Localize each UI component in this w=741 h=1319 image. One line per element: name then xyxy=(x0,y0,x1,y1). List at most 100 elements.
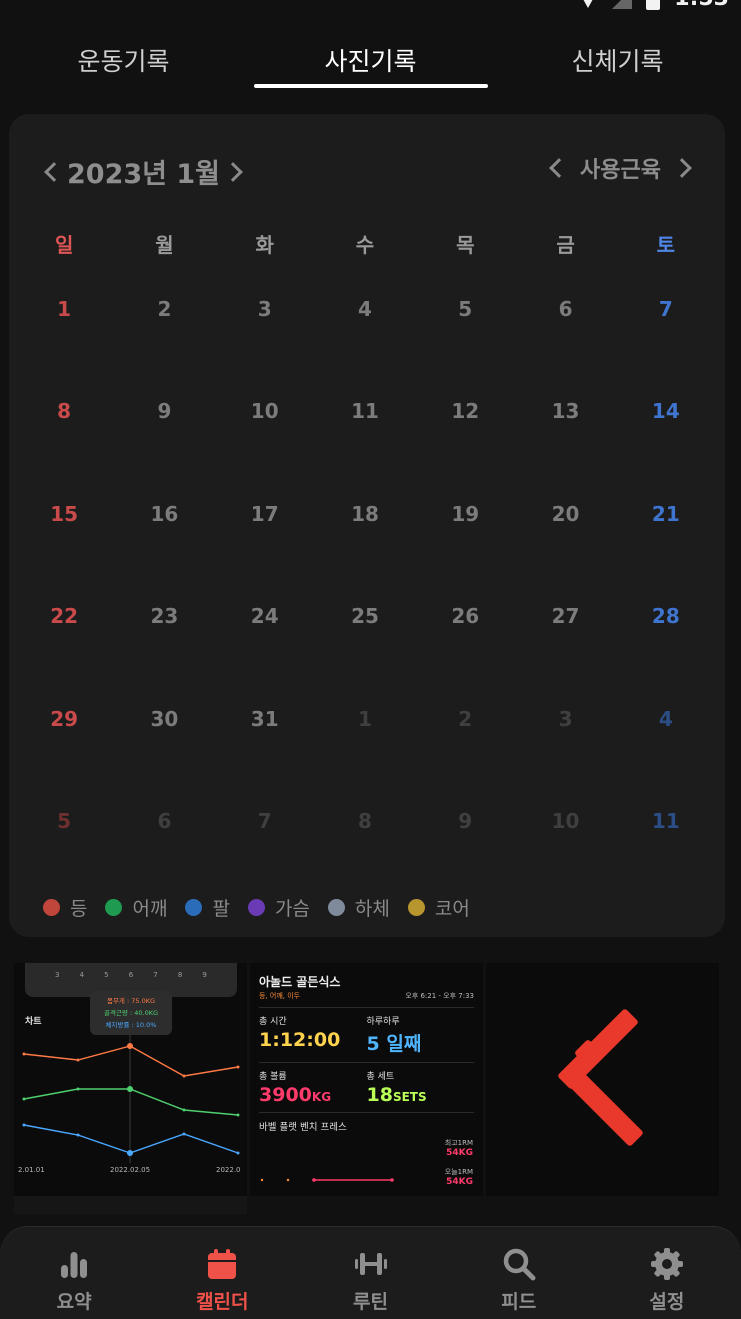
calendar-day[interactable]: 29 xyxy=(14,697,114,799)
today-1rm-unit: KG xyxy=(458,1177,473,1187)
calendar-day[interactable]: 3 xyxy=(215,287,315,389)
calendar-day[interactable]: 21 xyxy=(616,492,716,594)
calendar-day-other-month[interactable]: 5 xyxy=(14,799,114,901)
calendar-day-other-month[interactable]: 9 xyxy=(415,799,515,901)
tooltip-line: 몸무게 : 75.0KG xyxy=(106,997,156,1005)
week-row: 1 2 3 4 5 6 7 xyxy=(14,287,716,389)
divider xyxy=(259,1007,474,1008)
week-row: 8 9 10 11 12 13 14 xyxy=(14,389,716,491)
photo-thumbnail-workout[interactable]: 아놀드 골든식스 등, 어깨, 이두 오후 6:21 - 오후 7:33 총 시… xyxy=(250,963,483,1196)
calendar-day[interactable]: 24 xyxy=(215,594,315,696)
calendar-day[interactable]: 31 xyxy=(215,697,315,799)
calendar-day[interactable]: 17 xyxy=(215,492,315,594)
next-muscle-chevron-icon[interactable] xyxy=(672,158,692,178)
calendar-day[interactable]: 12 xyxy=(415,389,515,491)
weekday-tue: 화 xyxy=(255,233,274,257)
nav-label: 루틴 xyxy=(353,1291,388,1313)
calendar-day[interactable]: 19 xyxy=(415,492,515,594)
tab-label: 신체기록 xyxy=(571,47,664,76)
stat-label: 총 볼륨 xyxy=(259,1072,287,1082)
calendar-day[interactable]: 6 xyxy=(515,287,615,389)
calendar-card: 2023년 1월 사용근육 일 월 화 수 목 금 토 1 2 3 4 5 6 … xyxy=(9,114,725,937)
stat-label: 총 시간 xyxy=(259,1017,287,1027)
calendar-day[interactable]: 16 xyxy=(114,492,214,594)
calendar-icon xyxy=(208,1249,237,1279)
photo-thumbnail-chart[interactable]: 3 4 5 6 7 8 9 차트 몸무게 : 75.0KG 골격근량 : 40.… xyxy=(14,963,247,1196)
calendar-header: 2023년 1월 사용근육 xyxy=(9,152,725,192)
sets-value: 18SETS xyxy=(367,1084,475,1106)
stat-label: 총 세트 xyxy=(366,1072,395,1082)
legend-label: 팔 xyxy=(212,898,230,920)
nav-routine[interactable]: 루틴 xyxy=(296,1227,444,1319)
signal-icon xyxy=(612,0,633,9)
legend-item-core: 코어 xyxy=(407,894,470,921)
nav-calendar[interactable]: 캘린더 xyxy=(148,1227,296,1319)
calendar-day[interactable]: 28 xyxy=(616,594,716,696)
status-bar: 1:53 xyxy=(0,0,741,14)
nav-settings[interactable]: 설정 xyxy=(593,1227,741,1319)
calendar-day[interactable]: 13 xyxy=(515,389,615,491)
calendar-day[interactable]: 18 xyxy=(315,492,415,594)
best-1rm-unit: KG xyxy=(458,1148,473,1158)
today-1rm-label: 오늘1RM xyxy=(444,1168,473,1176)
calendar-day[interactable]: 25 xyxy=(315,594,415,696)
calendar-day[interactable]: 11 xyxy=(315,389,415,491)
calendar-day[interactable]: 8 xyxy=(14,389,114,491)
mini-chart-tooltip: 몸무게 : 75.0KG 골격근량 : 40.0KG 체지방률 : 10.0% xyxy=(90,991,172,1035)
mini-chart-title: 차트 xyxy=(25,1017,42,1027)
calendar-day[interactable]: 10 xyxy=(215,389,315,491)
calendar-day[interactable]: 15 xyxy=(14,492,114,594)
workout-time-range: 오후 6:21 - 오후 7:33 xyxy=(405,992,474,1000)
active-tab-indicator xyxy=(253,84,488,88)
calendar-day[interactable]: 5 xyxy=(415,287,515,389)
nav-label: 설정 xyxy=(649,1291,685,1313)
calendar-day[interactable]: 7 xyxy=(616,287,716,389)
photo-thumbnail-logo[interactable] xyxy=(486,963,719,1196)
calendar-day[interactable]: 2 xyxy=(114,287,214,389)
calendar-day-other-month[interactable]: 4 xyxy=(616,697,716,799)
prev-month-chevron-icon[interactable] xyxy=(44,161,64,182)
next-month-chevron-icon[interactable] xyxy=(223,161,243,182)
calendar-day[interactable]: 9 xyxy=(114,389,214,491)
calendar-day-other-month[interactable]: 3 xyxy=(515,697,615,799)
calendar-day[interactable]: 22 xyxy=(14,594,114,696)
search-icon xyxy=(503,1248,536,1281)
calendar-day[interactable]: 14 xyxy=(616,389,716,491)
tab-body-record[interactable]: 신체기록 xyxy=(494,30,741,90)
tab-workout-record[interactable]: 운동기록 xyxy=(0,30,247,90)
nav-label: 피드 xyxy=(501,1291,537,1313)
streak-value: 5 일째 xyxy=(366,1033,422,1055)
calendar-day-other-month[interactable]: 2 xyxy=(415,697,515,799)
legend-dot-icon xyxy=(247,899,265,916)
calendar-day-other-month[interactable]: 6 xyxy=(114,799,214,901)
calendar-day-other-month[interactable]: 7 xyxy=(215,799,315,901)
muscle-filter-label[interactable]: 사용근육 xyxy=(580,152,661,184)
calendar-day[interactable]: 20 xyxy=(515,492,615,594)
best-1rm-label: 최고1RM xyxy=(444,1139,473,1147)
weekday-wed: 수 xyxy=(355,233,375,257)
legend-label: 가슴 xyxy=(274,898,310,920)
battery-icon xyxy=(646,0,661,10)
calendar-day[interactable]: 4 xyxy=(315,287,415,389)
calendar-day-other-month[interactable]: 10 xyxy=(515,799,615,901)
calendar-day-other-month[interactable]: 8 xyxy=(315,799,415,901)
calendar-day[interactable]: 30 xyxy=(114,697,214,799)
nav-summary[interactable]: 요약 xyxy=(0,1227,148,1319)
bar-chart-icon xyxy=(61,1252,88,1278)
muscle-legend: 등 어깨 팔 가슴 하체 코어 xyxy=(43,894,488,921)
photo-thumbnail-strip: 3 4 5 6 7 8 9 차트 몸무게 : 75.0KG 골격근량 : 40.… xyxy=(14,963,720,1218)
stats-row: 총 시간 1:12:00 하루하루 5 일째 xyxy=(259,1014,474,1056)
dumbbell-icon xyxy=(354,1253,387,1275)
calendar-day[interactable]: 1 xyxy=(14,287,114,389)
tab-photo-record[interactable]: 사진기록 xyxy=(247,30,494,90)
calendar-day-other-month[interactable]: 11 xyxy=(616,799,716,901)
prev-muscle-chevron-icon[interactable] xyxy=(549,158,569,178)
calendar-day[interactable]: 26 xyxy=(415,594,515,696)
stats-row: 총 볼륨 3900KG 총 세트 18SETS xyxy=(259,1069,474,1106)
nav-feed[interactable]: 피드 xyxy=(445,1227,593,1319)
weekday-fri: 금 xyxy=(556,233,575,257)
top-tabs: 운동기록 사진기록 신체기록 xyxy=(0,30,741,90)
calendar-day[interactable]: 27 xyxy=(515,594,615,696)
calendar-day-other-month[interactable]: 1 xyxy=(315,697,415,799)
calendar-day[interactable]: 23 xyxy=(114,594,214,696)
